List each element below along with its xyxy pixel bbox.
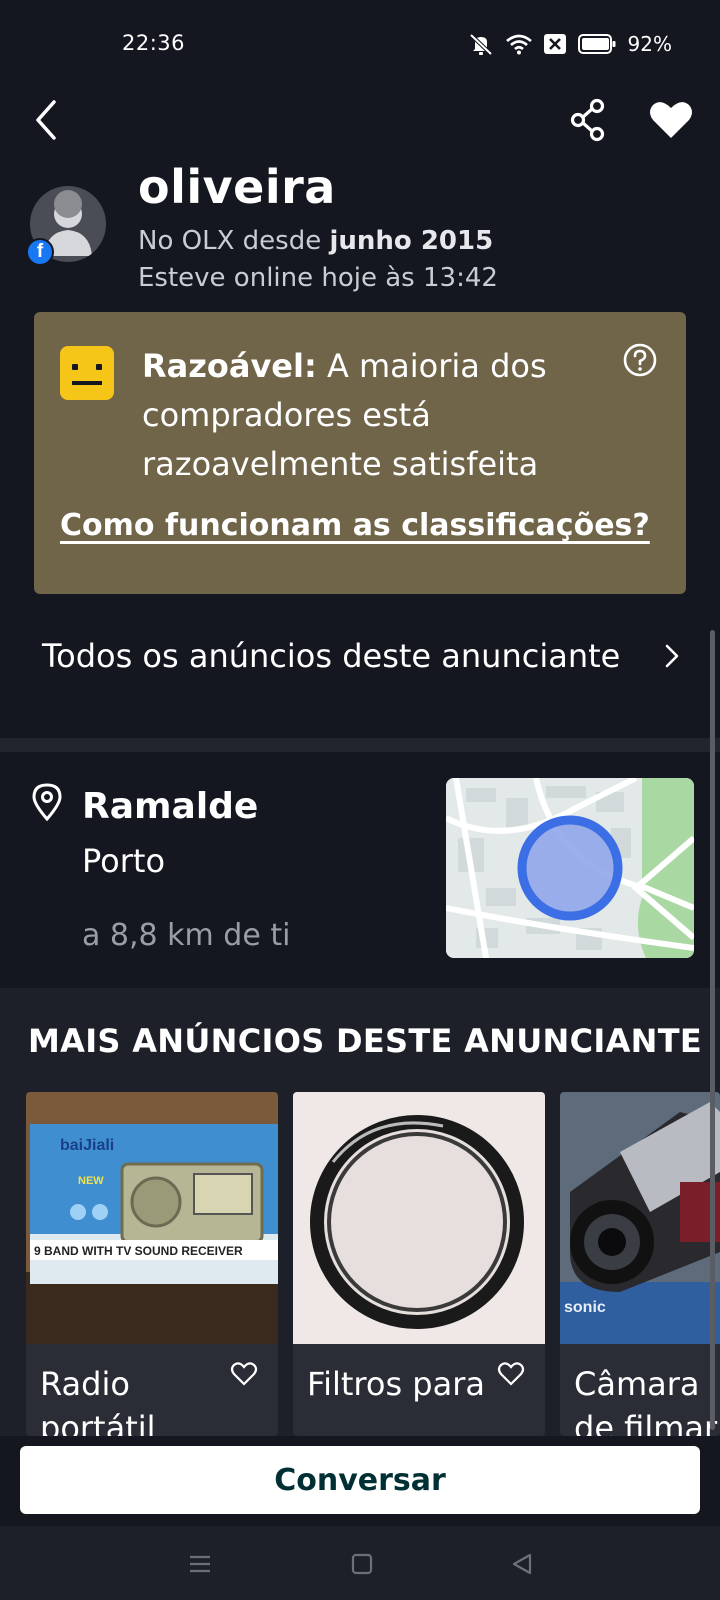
back-arrow-icon [36,100,56,140]
scroll-indicator[interactable] [710,630,715,1430]
section-divider [0,738,720,752]
wifi-icon [505,34,532,55]
member-since: No OLX desde junho 2015 [138,226,493,256]
neutral-face-icon [60,346,114,400]
ad-card-radio[interactable]: 9 BAND WITH TV SOUND RECEIVER baiJiali N… [26,1092,278,1436]
more-ads-title: MAIS ANÚNCIOS DESTE ANUNCIANTE [28,1022,703,1060]
ratings-help-link[interactable]: Como funcionam as classificações? [60,508,650,543]
ad-image-brand-text: sonic [564,1299,606,1316]
share-button[interactable] [568,98,608,142]
ad-title: Câmara de filmar [574,1365,718,1436]
location-city: Porto [82,842,166,880]
member-since-prefix: No OLX desde [138,226,322,256]
sim-off-icon [543,34,566,54]
system-nav-bar [0,1526,720,1600]
ad-card-filters[interactable]: Filtros para [293,1092,545,1436]
all-ads-label: Todos os anúncios deste anunciante [42,637,621,675]
seller-name: oliveira [138,160,336,214]
heart-filled-icon [650,102,692,138]
share-icon [570,98,605,142]
map-thumbnail[interactable] [446,778,694,958]
rating-card: Razoável: A maioria dos compradores está… [34,312,686,594]
status-bar: 22:36 92% [0,0,720,90]
back-triangle-icon[interactable] [508,1550,536,1578]
ad-image-brand-text: baiJiali [60,1137,114,1154]
heart-outline-icon[interactable] [497,1360,525,1388]
location-pin-icon [32,783,62,822]
map-image [446,778,694,958]
help-icon[interactable] [622,342,658,378]
ad-title: Filtros para [307,1365,485,1403]
ad-card-camera[interactable]: sonic Câmara de filmar [560,1092,720,1436]
mute-icon [469,33,492,56]
ad-image-band-text: 9 BAND WITH TV SOUND RECEIVER [34,1244,243,1258]
location-section: Ramalde Porto a 8,8 km de ti [0,752,720,988]
status-time: 22:36 [122,31,186,55]
ad-image-radio: 9 BAND WITH TV SOUND RECEIVER baiJiali N… [26,1092,278,1344]
ad-title: Radio portátil [40,1365,156,1436]
facebook-badge-icon: f [26,238,54,266]
chevron-right-icon [665,644,679,668]
home-square-icon[interactable] [348,1550,376,1578]
menu-icon[interactable] [186,1550,214,1578]
location-area: Ramalde [82,786,259,827]
ad-image-new-text: NEW [78,1175,104,1187]
rating-description: Razoável: A maioria dos compradores está… [142,342,592,489]
all-ads-link[interactable]: Todos os anúncios deste anunciante [42,630,682,682]
member-since-date: junho 2015 [329,226,494,256]
battery-percentage: 92% [627,32,672,56]
status-icons: 92% [468,30,672,58]
cta-bar: Conversar [0,1436,720,1526]
rating-label: Razoável: [142,347,317,385]
location-distance: a 8,8 km de ti [82,918,291,953]
heart-outline-icon[interactable] [230,1360,258,1388]
ad-image-filters [293,1092,545,1344]
ad-image-camera: sonic [560,1092,720,1344]
favorite-button[interactable] [648,98,694,142]
online-status: Esteve online hoje às 13:42 [138,263,498,293]
chat-button[interactable]: Conversar [20,1446,700,1514]
back-button[interactable] [28,96,68,144]
battery-icon [577,34,616,54]
